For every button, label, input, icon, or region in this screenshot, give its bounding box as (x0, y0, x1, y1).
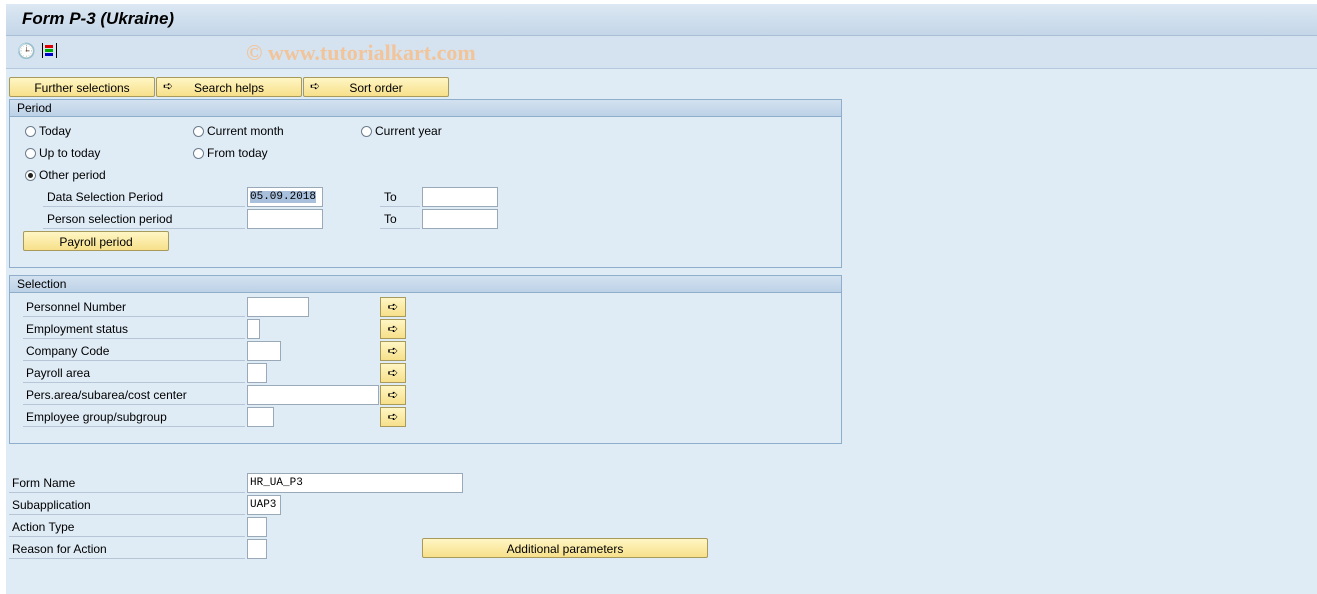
radio-current-year[interactable]: Current year (361, 123, 442, 139)
selection-field-label: Employment status (23, 319, 245, 339)
search-helps-button[interactable]: ➪ Search helps (156, 77, 302, 97)
period-header: Period (10, 100, 841, 117)
further-selections-button[interactable]: Further selections (9, 77, 155, 97)
radio-current-month[interactable]: Current month (193, 123, 284, 139)
multiple-selection-button[interactable]: ➪ (380, 407, 406, 427)
toolbar: 🕒 (6, 36, 1317, 69)
selection-field-label: Employee group/subgroup (23, 407, 245, 427)
radio-from-today[interactable]: From today (193, 145, 268, 161)
page-title: Form P-3 (Ukraine) (22, 9, 175, 28)
selection-field-input[interactable] (247, 385, 379, 405)
action-type-input[interactable] (247, 517, 267, 537)
button-label: Sort order (349, 81, 403, 95)
radio-label: Current year (375, 124, 442, 138)
watermark: © www.tutorialkart.com (246, 40, 476, 65)
selection-field-input[interactable] (247, 363, 267, 383)
form-name-label: Form Name (9, 473, 245, 493)
form-name-input[interactable]: HR_UA_P3 (247, 473, 463, 493)
selection-options-icon[interactable] (42, 42, 57, 58)
selection-field-label: Company Code (23, 341, 245, 361)
button-label: Further selections (34, 81, 130, 95)
radio-circle (193, 125, 204, 137)
selection-field-label: Payroll area (23, 363, 245, 383)
multiple-selection-button[interactable]: ➪ (380, 385, 406, 405)
selection-field-label: Pers.area/subarea/cost center (23, 385, 245, 405)
radio-label: Up to today (39, 146, 101, 160)
multiple-selection-button[interactable]: ➪ (380, 297, 406, 317)
selection-header: Selection (10, 276, 841, 293)
execute-clock-icon[interactable]: 🕒 (17, 42, 36, 60)
arrow-right-icon: ➪ (387, 321, 399, 336)
selection-field-input[interactable] (247, 407, 274, 427)
radio-label: Current month (207, 124, 284, 138)
selection-field-label: Personnel Number (23, 297, 245, 317)
arrow-right-icon: ➪ (387, 365, 399, 380)
radio-circle (25, 147, 36, 159)
selection-field-input[interactable] (247, 297, 309, 317)
radio-today[interactable]: Today (25, 123, 71, 139)
selection-field-input[interactable] (247, 341, 281, 361)
multiple-selection-button[interactable]: ➪ (380, 363, 406, 383)
radio-other-period[interactable]: Other period (25, 167, 106, 183)
person-selection-to-input[interactable] (422, 209, 498, 229)
selection-field-input[interactable] (247, 319, 260, 339)
arrow-right-icon: ➪ (387, 387, 399, 402)
radio-label: Other period (39, 168, 106, 182)
radio-up-to-today[interactable]: Up to today (25, 145, 100, 161)
person-selection-from-input[interactable] (247, 209, 323, 229)
radio-circle (361, 125, 372, 137)
arrow-right-icon: ➪ (162, 79, 174, 93)
to-label: To (380, 209, 420, 229)
arrow-right-icon: ➪ (387, 299, 399, 314)
radio-circle (25, 125, 36, 137)
payroll-period-button[interactable]: Payroll period (23, 231, 169, 251)
radio-label: Today (39, 124, 72, 138)
subapplication-label: Subapplication (9, 495, 245, 515)
to-label: To (380, 187, 420, 207)
arrow-right-icon: ➪ (387, 343, 399, 358)
radio-circle (193, 147, 204, 159)
data-selection-to-input[interactable] (422, 187, 498, 207)
sort-order-button[interactable]: ➪ Sort order (303, 77, 449, 97)
arrow-right-icon: ➪ (387, 409, 399, 424)
button-label: Search helps (193, 81, 265, 95)
data-selection-from-input[interactable]: 05.09.2018 (247, 187, 323, 207)
subapplication-input[interactable]: UAP3 (247, 495, 281, 515)
arrow-right-icon: ➪ (309, 79, 321, 93)
data-selection-period-label: Data Selection Period (43, 187, 245, 207)
multiple-selection-button[interactable]: ➪ (380, 319, 406, 339)
reason-for-action-input[interactable] (247, 539, 267, 559)
title-bar: Form P-3 (Ukraine) (6, 4, 1317, 36)
reason-for-action-label: Reason for Action (9, 539, 245, 559)
radio-circle (25, 169, 36, 181)
input-value: 05.09.2018 (250, 191, 317, 203)
action-type-label: Action Type (9, 517, 245, 537)
person-selection-period-label: Person selection period (43, 209, 245, 229)
multiple-selection-button[interactable]: ➪ (380, 341, 406, 361)
additional-parameters-button[interactable]: Additional parameters (422, 538, 708, 558)
radio-label: From today (207, 146, 268, 160)
